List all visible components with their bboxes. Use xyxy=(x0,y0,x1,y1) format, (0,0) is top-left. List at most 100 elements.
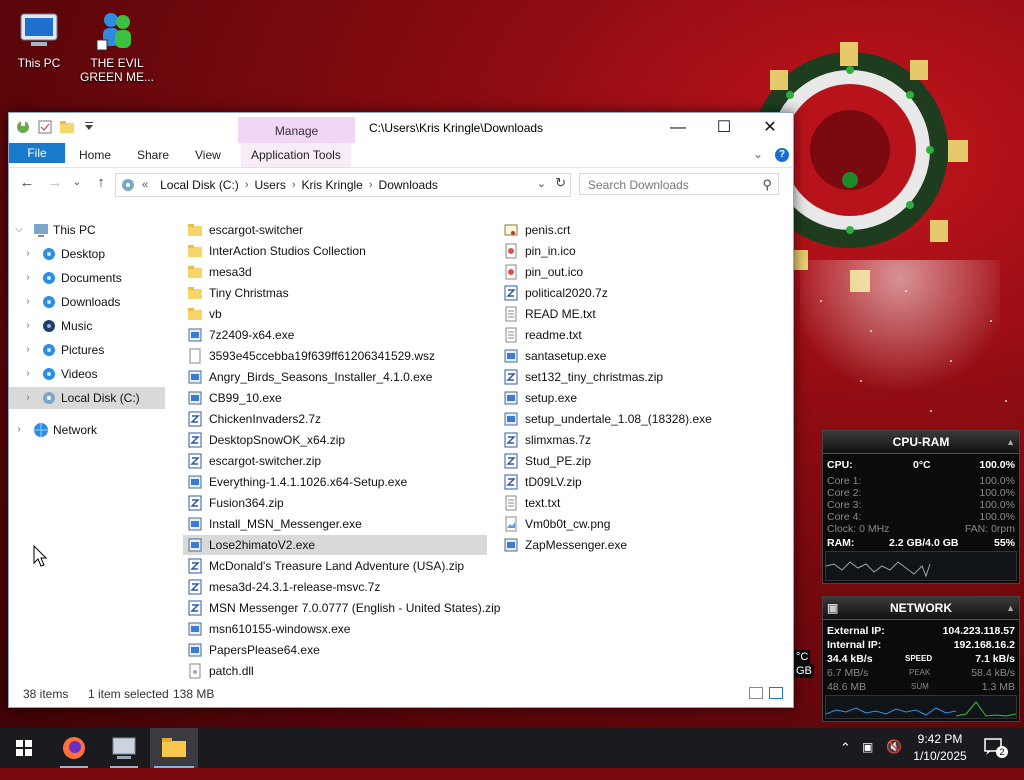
properties-icon[interactable] xyxy=(15,119,31,135)
start-button[interactable] xyxy=(0,728,48,768)
back-button[interactable]: ← xyxy=(17,173,37,193)
address-overflow[interactable]: « xyxy=(142,179,148,191)
file-item[interactable]: msn610155-windowsx.exe xyxy=(183,619,487,639)
chevron-right-icon[interactable]: › xyxy=(21,339,35,361)
file-item[interactable]: Fusion364.zip xyxy=(183,493,487,513)
nav-item-local-disk[interactable]: › Local Disk (C:) xyxy=(9,387,165,409)
chevron-right-icon[interactable]: › xyxy=(21,291,35,313)
file-item[interactable]: DesktopSnowOK_x64.zip xyxy=(183,430,487,450)
file-item[interactable]: Lose2himatoV2.exe xyxy=(183,535,487,555)
forward-button[interactable]: → xyxy=(45,173,65,193)
customize-qat-icon[interactable] xyxy=(81,119,97,135)
chevron-right-icon[interactable]: › xyxy=(21,315,35,337)
details-view-button[interactable] xyxy=(749,687,763,699)
file-item[interactable]: pin_out.ico xyxy=(499,262,769,282)
nav-item-documents[interactable]: › Documents xyxy=(9,267,165,289)
tab-application-tools[interactable]: Application Tools xyxy=(241,143,351,167)
address-bar[interactable]: « Local Disk (C:) › Users › Kris Kringle… xyxy=(115,173,571,197)
file-item[interactable]: Tiny Christmas xyxy=(183,283,487,303)
file-item[interactable]: Install_MSN_Messenger.exe xyxy=(183,514,487,534)
chevron-right-icon[interactable]: › xyxy=(21,267,35,289)
nav-item-videos[interactable]: › Videos xyxy=(9,363,165,385)
desktop-icon-evil-green[interactable]: THE EVIL GREEN ME... xyxy=(80,8,154,84)
file-item[interactable]: patch.dll xyxy=(183,661,487,681)
file-item[interactable]: tD09LV.zip xyxy=(499,472,769,492)
file-item[interactable]: set132_tiny_christmas.zip xyxy=(499,367,769,387)
breadcrumb-local-disk[interactable]: Local Disk (C:) xyxy=(160,178,239,192)
file-item[interactable]: Angry_Birds_Seasons_Installer_4.1.0.exe xyxy=(183,367,487,387)
recent-locations-icon[interactable]: ⌄ xyxy=(67,173,87,193)
file-item[interactable]: ChickenInvaders2.7z xyxy=(183,409,487,429)
system-clock[interactable]: 9:42 PM 1/10/2025 xyxy=(906,731,974,765)
file-item[interactable]: MSN Messenger 7.0.0777 (English - United… xyxy=(183,598,500,618)
new-folder-icon[interactable] xyxy=(59,119,75,135)
nav-item-this-pc[interactable]: ⌵ This PC xyxy=(9,219,165,241)
breadcrumb-users[interactable]: Users xyxy=(254,178,285,192)
file-item[interactable]: slimxmas.7z xyxy=(499,430,769,450)
tab-file[interactable]: File xyxy=(9,143,65,163)
notification-center-button[interactable]: 2 xyxy=(982,736,1008,760)
chevron-right-icon[interactable]: › xyxy=(21,387,35,409)
nav-item-network[interactable]: › Network xyxy=(9,419,165,441)
tab-share[interactable]: Share xyxy=(127,143,179,167)
file-item[interactable]: political2020.7z xyxy=(499,283,769,303)
file-item[interactable]: 3593e45ccebba19f639ff61206341529.wsz xyxy=(183,346,487,366)
file-item[interactable]: 7z2409-x64.exe xyxy=(183,325,487,345)
tab-manage[interactable]: Manage xyxy=(238,117,355,143)
chevron-right-icon[interactable]: › xyxy=(292,179,296,191)
chevron-right-icon[interactable]: › xyxy=(12,419,26,441)
taskbar-firefox[interactable] xyxy=(50,728,98,768)
network-tray-icon[interactable]: ▣ xyxy=(862,740,873,780)
title-bar[interactable]: Manage C:\Users\Kris Kringle\Downloads —… xyxy=(9,113,793,143)
chevron-down-icon[interactable]: ⌄ xyxy=(537,177,546,190)
desktop-icon-this-pc[interactable]: This PC xyxy=(2,8,76,70)
tab-view[interactable]: View xyxy=(185,143,231,167)
file-item[interactable]: setup_undertale_1.08_(18328).exe xyxy=(499,409,769,429)
file-item[interactable]: CB99_10.exe xyxy=(183,388,487,408)
refresh-icon[interactable]: ↻ xyxy=(555,175,566,191)
file-item[interactable]: pin_in.ico xyxy=(499,241,769,261)
file-item[interactable]: Stud_PE.zip xyxy=(499,451,769,471)
ribbon-expand-icon[interactable]: ⌄ xyxy=(753,147,763,161)
chevron-right-icon[interactable]: › xyxy=(21,363,35,385)
checklist-icon[interactable] xyxy=(37,119,53,135)
file-item[interactable]: mesa3d xyxy=(183,262,487,282)
tab-home[interactable]: Home xyxy=(69,143,121,167)
chevron-right-icon[interactable]: › xyxy=(245,179,249,191)
file-item[interactable]: santasetup.exe xyxy=(499,346,769,366)
maximize-button[interactable]: ☐ xyxy=(701,113,747,143)
file-item[interactable]: escargot-switcher xyxy=(183,220,487,240)
file-item[interactable]: mesa3d-24.3.1-release-msvc.7z xyxy=(183,577,487,597)
large-icons-view-button[interactable] xyxy=(769,687,783,699)
collapse-icon[interactable]: ▲ xyxy=(1006,431,1015,453)
file-item[interactable]: Vm0b0t_cw.png xyxy=(499,514,769,534)
taskbar-file-explorer[interactable] xyxy=(150,728,198,768)
taskbar-pc[interactable] xyxy=(100,728,148,768)
up-button[interactable]: ↑ xyxy=(91,173,111,193)
chevron-right-icon[interactable]: › xyxy=(21,243,35,265)
nav-item-music[interactable]: › Music xyxy=(9,315,165,337)
file-item[interactable]: Everything-1.4.1.1026.x64-Setup.exe xyxy=(183,472,487,492)
tray-overflow-icon[interactable]: ⌃ xyxy=(840,740,851,780)
file-item[interactable]: escargot-switcher.zip xyxy=(183,451,487,471)
file-item[interactable]: ZapMessenger.exe xyxy=(499,535,769,555)
file-item[interactable]: readme.txt xyxy=(499,325,769,345)
breadcrumb-kris-kringle[interactable]: Kris Kringle xyxy=(302,178,363,192)
file-item[interactable]: text.txt xyxy=(499,493,769,513)
file-item[interactable]: McDonald's Treasure Land Adventure (USA)… xyxy=(183,556,487,576)
file-item[interactable]: READ ME.txt xyxy=(499,304,769,324)
minimize-button[interactable]: — xyxy=(655,113,701,143)
file-item[interactable]: InterAction Studios Collection xyxy=(183,241,487,261)
file-item[interactable]: penis.crt xyxy=(499,220,769,240)
file-item[interactable]: PapersPlease64.exe xyxy=(183,640,487,660)
chevron-right-icon[interactable]: › xyxy=(369,179,373,191)
nav-item-desktop[interactable]: › Desktop xyxy=(9,243,165,265)
volume-muted-icon[interactable]: 🔇 xyxy=(886,739,902,779)
nav-item-pictures[interactable]: › Pictures xyxy=(9,339,165,361)
nav-item-downloads[interactable]: › Downloads xyxy=(9,291,165,313)
file-item[interactable]: vb xyxy=(183,304,487,324)
close-button[interactable]: ✕ xyxy=(747,113,793,143)
help-icon[interactable]: ? xyxy=(775,148,789,162)
file-item[interactable]: setup.exe xyxy=(499,388,769,408)
chevron-down-icon[interactable]: ⌵ xyxy=(12,219,26,241)
